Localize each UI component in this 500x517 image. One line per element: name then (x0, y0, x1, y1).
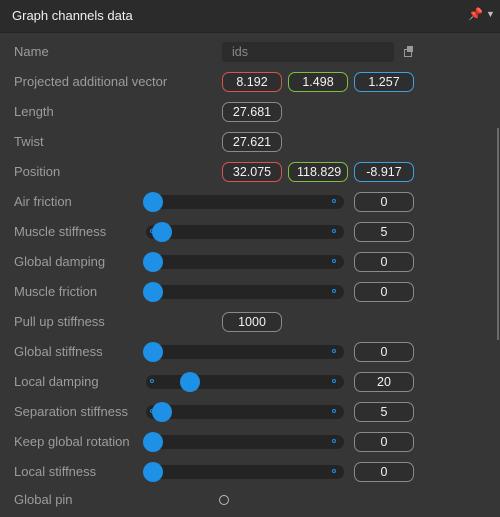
twist-field[interactable]: 27.621 (222, 132, 282, 152)
pin-icon[interactable]: 📌 (468, 7, 483, 21)
length-field[interactable]: 27.681 (222, 102, 282, 122)
chevron-down-icon[interactable]: ▼ (486, 9, 495, 19)
slider-max-dot (332, 259, 336, 263)
global-stiffness-value[interactable]: 0 (354, 342, 414, 362)
separation-stiffness-value[interactable]: 5 (354, 402, 414, 422)
muscle-friction-slider[interactable] (143, 282, 344, 302)
local-stiffness-label: Local stiffness (14, 464, 97, 479)
muscle-stiffness-value[interactable]: 5 (354, 222, 414, 242)
slider-max-dot (332, 469, 336, 473)
global-pin-label: Global pin (14, 492, 73, 507)
length-label: Length (14, 104, 54, 119)
slider-max-dot (332, 379, 336, 383)
slider-max-dot (332, 229, 336, 233)
pull-up-stiffness-label: Pull up stiffness (14, 314, 105, 329)
slider-thumb[interactable] (143, 432, 163, 452)
copy-icon[interactable] (404, 46, 414, 57)
local-stiffness-slider[interactable] (143, 462, 344, 482)
position-z-field[interactable]: -8.917 (354, 162, 414, 182)
slider-max-dot (332, 289, 336, 293)
slider-max-dot (332, 199, 336, 203)
twist-label: Twist (14, 134, 44, 149)
global-damping-value[interactable]: 0 (354, 252, 414, 272)
keep-global-rotation-label: Keep global rotation (14, 434, 130, 449)
air-friction-value[interactable]: 0 (354, 192, 414, 212)
slider-max-dot (332, 409, 336, 413)
pull-up-stiffness-field[interactable]: 1000 (222, 312, 282, 332)
muscle-stiffness-slider[interactable] (146, 222, 344, 242)
muscle-friction-value[interactable]: 0 (354, 282, 414, 302)
name-label: Name (14, 44, 49, 59)
slider-thumb[interactable] (179, 372, 200, 392)
slider-min-dot (150, 379, 154, 383)
local-damping-value[interactable]: 20 (354, 372, 414, 392)
slider-thumb[interactable] (143, 192, 163, 212)
separation-stiffness-slider[interactable] (146, 402, 344, 422)
slider-thumb[interactable] (143, 282, 163, 302)
graph-channels-panel: Graph channels data 📌 ▼ Name ids Project… (0, 0, 500, 517)
panel-title: Graph channels data (12, 8, 133, 23)
local-damping-label: Local damping (14, 374, 99, 389)
global-damping-slider[interactable] (143, 252, 344, 272)
projected-vector-label: Projected additional vector (14, 74, 168, 89)
panel-header: Graph channels data 📌 ▼ (0, 0, 500, 33)
slider-thumb[interactable] (143, 252, 163, 272)
global-stiffness-label: Global stiffness (14, 344, 103, 359)
row-global-pin: Global pin (0, 485, 497, 515)
muscle-stiffness-label: Muscle stiffness (14, 224, 107, 239)
separation-stiffness-label: Separation stiffness (14, 404, 128, 419)
projected-z-field[interactable]: 1.257 (354, 72, 414, 92)
slider-max-dot (332, 439, 336, 443)
local-stiffness-value[interactable]: 0 (354, 462, 414, 482)
slider-max-dot (332, 349, 336, 353)
slider-thumb[interactable] (143, 342, 163, 362)
scrollbar[interactable] (497, 128, 499, 340)
keep-global-rotation-value[interactable]: 0 (354, 432, 414, 452)
global-damping-label: Global damping (14, 254, 106, 269)
position-x-field[interactable]: 32.075 (222, 162, 282, 182)
air-friction-label: Air friction (14, 194, 72, 209)
slider-thumb[interactable] (143, 462, 163, 482)
local-damping-slider[interactable] (146, 372, 344, 392)
global-stiffness-slider[interactable] (143, 342, 344, 362)
position-y-field[interactable]: 118.829 (288, 162, 348, 182)
projected-y-field[interactable]: 1.498 (288, 72, 348, 92)
projected-x-field[interactable]: 8.192 (222, 72, 282, 92)
muscle-friction-label: Muscle friction (14, 284, 98, 299)
air-friction-slider[interactable] (143, 192, 344, 212)
global-pin-radio[interactable] (219, 495, 229, 505)
name-field[interactable]: ids (222, 42, 394, 62)
position-label: Position (14, 164, 61, 179)
keep-global-rotation-slider[interactable] (143, 432, 344, 452)
